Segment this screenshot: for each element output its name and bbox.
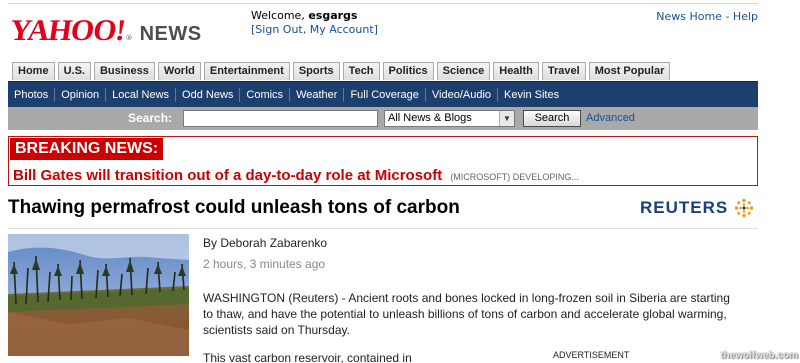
category-tabs: Home U.S. Business World Entertainment S… [12,62,673,80]
search-bar: Search: All News & Blogs ▼ Search Advanc… [8,107,758,130]
subnav-comics[interactable]: Comics [240,87,291,102]
subnav-local-news[interactable]: Local News [106,87,177,102]
bracket-close: ] [373,23,378,36]
search-input[interactable] [183,110,378,127]
account-links: [Sign Out, My Account] [251,23,378,37]
search-button[interactable]: Search [523,110,581,127]
tab-us[interactable]: U.S. [57,62,91,80]
advertisement-label: ADVERTISEMENT [553,350,630,360]
top-divider [8,3,758,4]
registered-mark: ® [125,34,133,42]
breaking-news-line: Bill Gates will transition out of a day-… [13,165,579,184]
sign-out-link[interactable]: Sign Out [255,23,302,36]
top-right-links: News Home - Help [656,10,758,23]
username: esgargs [308,9,358,22]
breaking-news-box: BREAKING NEWS: Bill Gates will transitio… [8,136,758,186]
article-paragraph-1: WASHINGTON (Reuters) - Ancient roots and… [203,291,730,337]
my-account-link[interactable]: My Account [310,23,374,36]
tab-home[interactable]: Home [12,62,55,80]
welcome-block: Welcome, esgargs [Sign Out, My Account] [251,9,378,37]
search-scope-select[interactable]: All News & Blogs ▼ [384,110,515,127]
top-link-separator: - [721,10,733,23]
yahoo-wordmark: YAHOO! [7,14,127,47]
tab-sports[interactable]: Sports [292,62,340,80]
tab-world[interactable]: World [157,62,201,80]
link-separator: , [302,23,310,36]
article-byline: By Deborah Zabarenko [203,236,328,250]
help-link[interactable]: Help [733,10,758,23]
news-wordmark: NEWS [139,23,202,45]
reuters-dots-icon [735,198,754,218]
breaking-news-headline-link[interactable]: Bill Gates will transition out of a day-… [13,167,442,184]
tab-politics[interactable]: Politics [382,62,434,80]
breaking-news-label: BREAKING NEWS: [10,138,164,160]
subnav-odd-news[interactable]: Odd News [176,87,241,102]
title-divider [8,228,758,229]
article-title: Thawing permafrost could unleash tons of… [8,197,460,218]
tab-tech[interactable]: Tech [342,62,380,80]
news-home-link[interactable]: News Home [656,10,722,23]
site-watermark: thewolfweb.com [720,350,798,361]
permafrost-landscape-image [8,234,189,356]
tab-health[interactable]: Health [493,62,539,80]
article-photo[interactable] [8,234,189,356]
advanced-search-link[interactable]: Advanced [586,112,635,124]
sub-navigation: Photos Opinion Local News Odd News Comic… [8,81,758,107]
tab-most-popular[interactable]: Most Popular [588,62,671,80]
yahoo-news-logo[interactable]: YAHOO! ® NEWS [7,14,202,47]
search-label: Search: [128,111,173,125]
search-scope-value: All News & Blogs [388,112,472,124]
tab-travel[interactable]: Travel [541,62,586,80]
reuters-wordmark: REUTERS [640,198,729,217]
welcome-prefix: Welcome, [251,9,305,22]
article-paragraph-2: This vast carbon reservoir, contained in [203,351,412,363]
subnav-photos[interactable]: Photos [8,87,56,102]
chevron-down-icon[interactable]: ▼ [499,111,514,126]
reuters-logo[interactable]: REUTERS [640,196,754,220]
subnav-opinion[interactable]: Opinion [55,87,107,102]
article-timestamp: 2 hours, 3 minutes ago [203,257,326,271]
tab-business[interactable]: Business [93,62,155,80]
subnav-full-coverage[interactable]: Full Coverage [344,87,426,102]
subnav-weather[interactable]: Weather [290,87,345,102]
tab-science[interactable]: Science [436,62,491,80]
subnav-kevin-sites[interactable]: Kevin Sites [498,88,565,102]
tab-entertainment[interactable]: Entertainment [203,62,290,80]
breaking-news-subtext: (MICROSOFT) DEVELOPING... [450,172,579,182]
subnav-video-audio[interactable]: Video/Audio [426,87,499,102]
